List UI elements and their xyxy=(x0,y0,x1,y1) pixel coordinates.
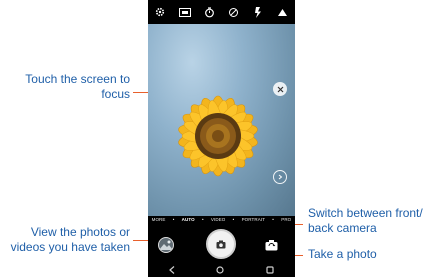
camera-icon xyxy=(216,240,226,248)
system-nav-bar xyxy=(148,262,295,277)
camera-controls xyxy=(148,226,295,262)
shutter-callout-text: Take a photo xyxy=(308,247,377,261)
sunflower-photo xyxy=(178,95,258,177)
focus-callout-text: Touch the screen to focus xyxy=(25,72,130,101)
mode-auto[interactable]: AUTO xyxy=(182,217,195,222)
phone-screen: MORE • AUTO • VIDEO • PORTRAIT • PRO xyxy=(148,0,295,277)
close-icon[interactable] xyxy=(273,82,287,96)
aspect-ratio-icon[interactable] xyxy=(178,5,192,19)
switch-camera-icon[interactable] xyxy=(264,238,278,252)
mode-portrait[interactable]: PORTRAIT xyxy=(242,217,265,222)
mode-video[interactable]: VIDEO xyxy=(211,217,226,222)
camera-top-bar xyxy=(148,0,295,24)
camera-mode-selector: MORE • AUTO • VIDEO • PORTRAIT • PRO xyxy=(151,216,292,222)
settings-icon[interactable] xyxy=(153,5,167,19)
home-icon[interactable] xyxy=(216,261,225,277)
switch-callout-text: Switch between front/ back camera xyxy=(308,206,423,235)
focus-callout: Touch the screen to focus xyxy=(10,72,130,102)
shutter-callout: Take a photo xyxy=(308,247,418,262)
timer-icon[interactable] xyxy=(202,5,216,19)
switch-callout: Switch between front/ back camera xyxy=(308,206,426,236)
gallery-callout: View the photos or videos you have taken xyxy=(2,225,130,255)
camera-viewfinder[interactable] xyxy=(148,24,295,216)
back-icon[interactable] xyxy=(168,261,175,277)
hdr-icon[interactable] xyxy=(227,5,241,19)
flash-icon[interactable] xyxy=(251,5,265,19)
filter-icon[interactable] xyxy=(276,5,290,19)
gallery-thumbnail[interactable] xyxy=(158,237,174,253)
recents-icon[interactable] xyxy=(266,261,274,277)
mode-more[interactable]: MORE xyxy=(152,217,166,222)
shutter-button[interactable] xyxy=(206,229,236,259)
mode-pro[interactable]: PRO xyxy=(281,217,291,222)
gallery-callout-text: View the photos or videos you have taken xyxy=(10,225,130,254)
lens-toggle-icon[interactable] xyxy=(273,170,287,184)
